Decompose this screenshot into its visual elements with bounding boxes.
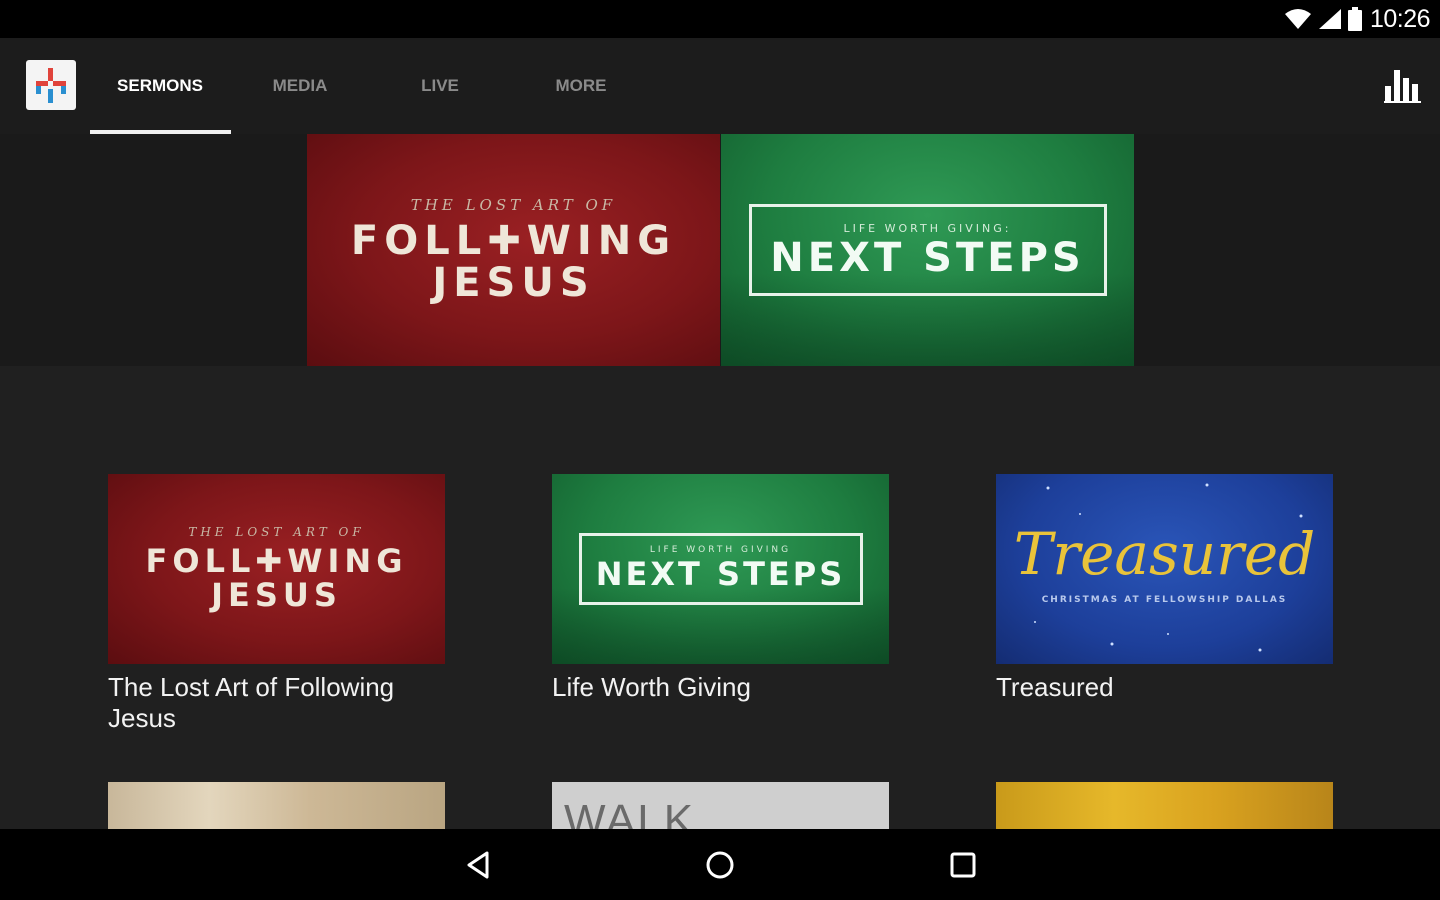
series-card-peek-2[interactable]: WALK bbox=[552, 782, 889, 829]
series-artwork: THE LOST ART OF FOLL✚WING JESUS bbox=[307, 134, 720, 366]
series-card-treasured[interactable]: Treasured CHRISTMAS AT FELLOWSHIP DALLAS… bbox=[996, 474, 1333, 703]
artwork-kicker: LIFE WORTH GIVING bbox=[649, 545, 792, 555]
tab-live[interactable]: LIVE bbox=[370, 76, 510, 96]
recents-icon bbox=[950, 852, 976, 878]
artwork-frame: LIFE WORTH GIVING: NEXT STEPS bbox=[748, 204, 1107, 296]
recents-button[interactable] bbox=[945, 847, 981, 883]
series-card-peek-3[interactable] bbox=[996, 782, 1333, 829]
signal-icon bbox=[1318, 9, 1341, 29]
system-nav-bar bbox=[0, 829, 1440, 900]
home-icon bbox=[706, 851, 734, 879]
series-thumbnail: LIFE WORTH GIVING NEXT STEPS bbox=[552, 474, 889, 664]
series-thumbnail: Treasured CHRISTMAS AT FELLOWSHIP DALLAS bbox=[996, 474, 1333, 664]
series-title: The Lost Art of Following Jesus bbox=[108, 672, 395, 733]
status-bar: 10:26 bbox=[0, 0, 1440, 38]
app-logo[interactable] bbox=[26, 60, 76, 110]
series-artwork: LIFE WORTH GIVING: NEXT STEPS bbox=[721, 134, 1134, 366]
tab-media[interactable]: MEDIA bbox=[230, 76, 370, 96]
wifi-icon bbox=[1284, 9, 1311, 29]
series-card-life-worth-giving[interactable]: LIFE WORTH GIVING NEXT STEPS Life Worth … bbox=[552, 474, 889, 703]
series-artwork: Treasured CHRISTMAS AT FELLOWSHIP DALLAS bbox=[996, 474, 1333, 664]
home-button[interactable] bbox=[702, 847, 738, 883]
app-bar: SERMONS MEDIA LIVE MORE bbox=[0, 38, 1440, 134]
artwork-title-line1: FOLL✚WING bbox=[145, 542, 408, 581]
status-icons: 10:26 bbox=[1284, 4, 1431, 34]
series-card-following-jesus[interactable]: THE LOST ART OF FOLL✚WING JESUS The Lost… bbox=[108, 474, 445, 734]
status-time: 10:26 bbox=[1369, 4, 1431, 33]
artwork-script-title: Treasured bbox=[1013, 520, 1316, 588]
featured-carousel: THE LOST ART OF FOLL✚WING JESUS LIFE WOR… bbox=[0, 134, 1440, 366]
series-title: Treasured bbox=[996, 672, 1114, 702]
church-cross-logo bbox=[36, 68, 66, 103]
artwork-title-line2: JESUS bbox=[432, 260, 595, 306]
artwork-kicker: LIFE WORTH GIVING: bbox=[843, 221, 1012, 235]
tab-more[interactable]: MORE bbox=[511, 76, 651, 96]
artwork-kicker: THE LOST ART OF bbox=[410, 196, 617, 214]
battery-icon bbox=[1347, 7, 1362, 31]
featured-card-next-steps[interactable]: LIFE WORTH GIVING: NEXT STEPS bbox=[721, 134, 1134, 366]
series-thumbnail: THE LOST ART OF FOLL✚WING JESUS bbox=[108, 474, 445, 664]
artwork-subtitle: CHRISTMAS AT FELLOWSHIP DALLAS bbox=[1041, 595, 1288, 605]
bar-chart-icon bbox=[1384, 70, 1421, 103]
artwork-kicker: THE LOST ART OF bbox=[188, 525, 365, 540]
artwork-frame: LIFE WORTH GIVING NEXT STEPS bbox=[578, 533, 863, 605]
back-button[interactable] bbox=[461, 847, 497, 883]
artwork-title: NEXT STEPS bbox=[595, 555, 846, 593]
series-title: Life Worth Giving bbox=[552, 672, 751, 702]
artwork-title-line1: FOLL✚WING bbox=[350, 218, 677, 264]
back-icon bbox=[467, 851, 489, 879]
stats-button[interactable] bbox=[1384, 68, 1422, 104]
featured-card-following-jesus[interactable]: THE LOST ART OF FOLL✚WING JESUS bbox=[307, 134, 720, 366]
peek-artwork-text: WALK bbox=[564, 796, 696, 829]
tab-sermons[interactable]: SERMONS bbox=[90, 76, 230, 96]
artwork-title-line2: JESUS bbox=[211, 576, 342, 614]
series-artwork: THE LOST ART OF FOLL✚WING JESUS bbox=[108, 474, 445, 664]
series-card-peek-1[interactable] bbox=[108, 782, 445, 829]
series-artwork: LIFE WORTH GIVING NEXT STEPS bbox=[552, 474, 889, 664]
artwork-title: NEXT STEPS bbox=[770, 234, 1085, 281]
